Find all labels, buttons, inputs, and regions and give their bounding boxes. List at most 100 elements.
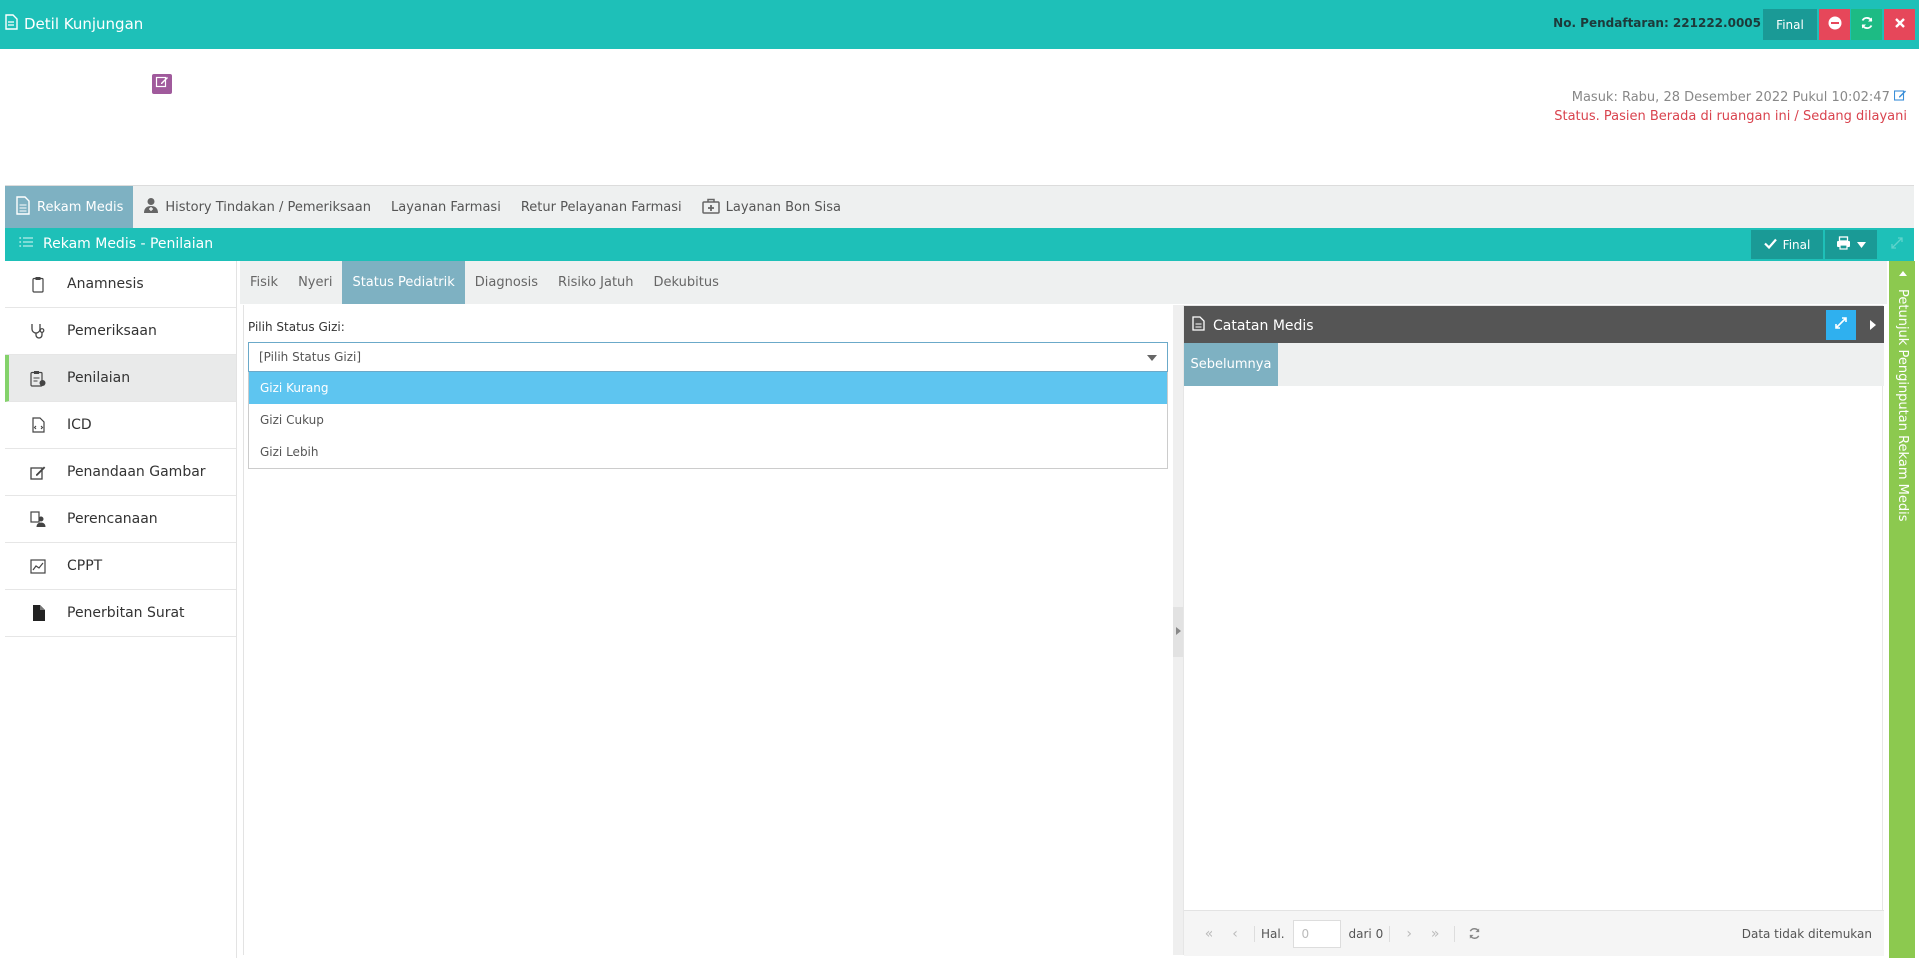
main-tabs: Rekam Medis History Tindakan / Pemeriksa…	[5, 185, 1914, 229]
document-icon	[15, 196, 31, 219]
sidebar-item-cppt[interactable]: CPPT	[5, 543, 236, 590]
tab-layanan-bon-sisa[interactable]: Layanan Bon Sisa	[692, 186, 851, 229]
caret-down-icon	[1857, 237, 1866, 252]
tab-retur-pelayanan-farmasi[interactable]: Retur Pelayanan Farmasi	[511, 186, 692, 229]
last-page-icon[interactable]: »	[1422, 926, 1448, 942]
catatan-expand-button[interactable]	[1826, 310, 1856, 340]
registration-number: No. Pendaftaran: 221222.0005	[1553, 16, 1761, 30]
catatan-medis-header: Catatan Medis	[1184, 306, 1884, 343]
tab-diagnosis[interactable]: Diagnosis	[465, 261, 548, 304]
print-icon	[1836, 235, 1851, 254]
next-page-icon[interactable]: ›	[1396, 926, 1422, 942]
document-icon	[4, 14, 18, 34]
list-icon	[19, 236, 33, 252]
panel-final-button[interactable]: Final	[1751, 230, 1823, 259]
tab-rekam-medis[interactable]: Rekam Medis	[5, 186, 134, 229]
pager-separator	[1389, 925, 1391, 942]
sidebar-item-pemeriksaan[interactable]: Pemeriksaan	[5, 308, 236, 355]
panel-expand-button[interactable]	[1886, 234, 1908, 256]
pager-separator	[1454, 925, 1456, 942]
sidebar-item-penandaan-gambar[interactable]: Penandaan Gambar	[5, 449, 236, 496]
cancel-visit-button[interactable]	[1819, 9, 1850, 40]
first-page-icon[interactable]: «	[1196, 926, 1222, 942]
medkit-icon	[701, 198, 720, 218]
close-button[interactable]	[1884, 9, 1915, 40]
page-label: Hal.	[1261, 926, 1285, 941]
sidebar-item-label: Penilaian	[67, 370, 131, 386]
sidebar-item-label: Penandaan Gambar	[67, 464, 206, 480]
clipboard-check-icon	[27, 370, 49, 387]
panel-header: Rekam Medis - Penilaian Final	[5, 228, 1914, 261]
status-gizi-form: Pilih Status Gizi: [Pilih Status Gizi] G…	[243, 305, 1173, 955]
file-code-icon	[27, 417, 49, 433]
top-bar: Detil Kunjungan No. Pendaftaran: 221222.…	[0, 0, 1919, 49]
sidebar-item-anamnesis[interactable]: Anamnesis	[5, 261, 236, 308]
sidebar-item-label: Anamnesis	[67, 276, 144, 292]
panel-final-label: Final	[1782, 237, 1811, 252]
window-title: Detil Kunjungan	[4, 14, 143, 34]
edit-patient-button[interactable]	[152, 74, 172, 94]
petunjuk-label: Petunjuk Penginputan Rekam Medis	[1895, 289, 1910, 522]
edit-icon	[155, 75, 169, 93]
caret-right-icon[interactable]	[1870, 320, 1876, 330]
window-title-text: Detil Kunjungan	[24, 15, 144, 33]
pager-separator	[1254, 925, 1255, 942]
catatan-medis-panel: Catatan Medis Sebelumnya « ‹ Hal. 0 dari…	[1183, 305, 1884, 956]
tab-dekubitus[interactable]: Dekubitus	[644, 261, 729, 304]
prev-page-icon[interactable]: ‹	[1222, 926, 1248, 942]
option-gizi-lebih[interactable]: Gizi Lebih	[249, 436, 1167, 468]
tab-history-tindakan[interactable]: History Tindakan / Pemeriksaan	[133, 186, 381, 229]
refresh-button[interactable]	[1851, 9, 1882, 40]
sidebar-item-penerbitan-surat[interactable]: Penerbitan Surat	[5, 590, 236, 637]
caret-down-icon	[1147, 355, 1157, 361]
tab-layanan-farmasi[interactable]: Layanan Farmasi	[381, 186, 511, 229]
tab-label: Retur Pelayanan Farmasi	[520, 200, 682, 215]
document-icon	[1192, 316, 1205, 335]
edit-time-icon[interactable]	[1893, 90, 1907, 105]
tab-label: Layanan Bon Sisa	[725, 200, 841, 215]
status-gizi-label: Pilih Status Gizi:	[248, 320, 345, 334]
status-gizi-select[interactable]: [Pilih Status Gizi]	[248, 342, 1168, 372]
sidebar-item-penilaian[interactable]: Penilaian	[5, 355, 236, 402]
check-icon	[1763, 238, 1777, 252]
petunjuk-side-panel[interactable]: Petunjuk Penginputan Rekam Medis	[1889, 261, 1915, 958]
visit-entry-time: Masuk: Rabu, 28 Desember 2022 Pukul 10:0…	[1572, 89, 1907, 105]
tab-risiko-jatuh[interactable]: Risiko Jatuh	[548, 261, 644, 304]
catatan-tabs: Sebelumnya	[1184, 343, 1884, 386]
patient-status: Status. Pasien Berada di ruangan ini / S…	[1554, 109, 1907, 124]
page-total: dari 0	[1348, 926, 1384, 941]
option-gizi-cukup[interactable]: Gizi Cukup	[249, 404, 1167, 436]
tab-fisik[interactable]: Fisik	[240, 261, 288, 304]
sidebar-item-perencanaan[interactable]: Perencanaan	[5, 496, 236, 543]
print-menu-button[interactable]	[1825, 230, 1877, 259]
option-gizi-kurang[interactable]: Gizi Kurang	[249, 372, 1167, 404]
catatan-pager: « ‹ Hal. 0 dari 0 › » Data tidak ditemuk…	[1184, 910, 1884, 956]
catatan-medis-title: Catatan Medis	[1192, 316, 1314, 335]
sidebar-item-icd[interactable]: ICD	[5, 402, 236, 449]
panel-splitter[interactable]	[1173, 305, 1183, 955]
tab-nyeri[interactable]: Nyeri	[288, 261, 342, 304]
chart-icon	[27, 558, 49, 574]
panel-title: Rekam Medis - Penilaian	[19, 236, 213, 252]
tab-status-pediatrik[interactable]: Status Pediatrik	[342, 261, 465, 304]
refresh-icon[interactable]	[1461, 927, 1487, 940]
sidebar-item-label: Perencanaan	[67, 511, 158, 527]
clipboard-icon	[27, 276, 49, 293]
close-icon	[1894, 17, 1906, 32]
sidebar-item-label: CPPT	[67, 558, 103, 574]
page-input[interactable]: 0	[1292, 919, 1341, 948]
tab-sebelumnya[interactable]: Sebelumnya	[1184, 343, 1278, 386]
user-plan-icon	[27, 511, 49, 527]
sidebar-item-label: Pemeriksaan	[67, 323, 157, 339]
refresh-icon	[1860, 16, 1874, 33]
tab-label: Rekam Medis	[37, 200, 124, 215]
sidebar: Anamnesis Pemeriksaan Penilaian ICD Pena…	[5, 261, 237, 958]
status-gizi-select-value: [Pilih Status Gizi]	[259, 350, 362, 364]
sidebar-item-label: Penerbitan Surat	[67, 605, 185, 621]
sidebar-item-label: ICD	[67, 417, 92, 433]
final-button[interactable]: Final	[1763, 9, 1817, 40]
caret-up-icon	[1899, 271, 1907, 276]
file-icon	[27, 605, 49, 621]
user-md-icon	[143, 197, 159, 218]
panel-title-text: Rekam Medis - Penilaian	[43, 236, 214, 252]
